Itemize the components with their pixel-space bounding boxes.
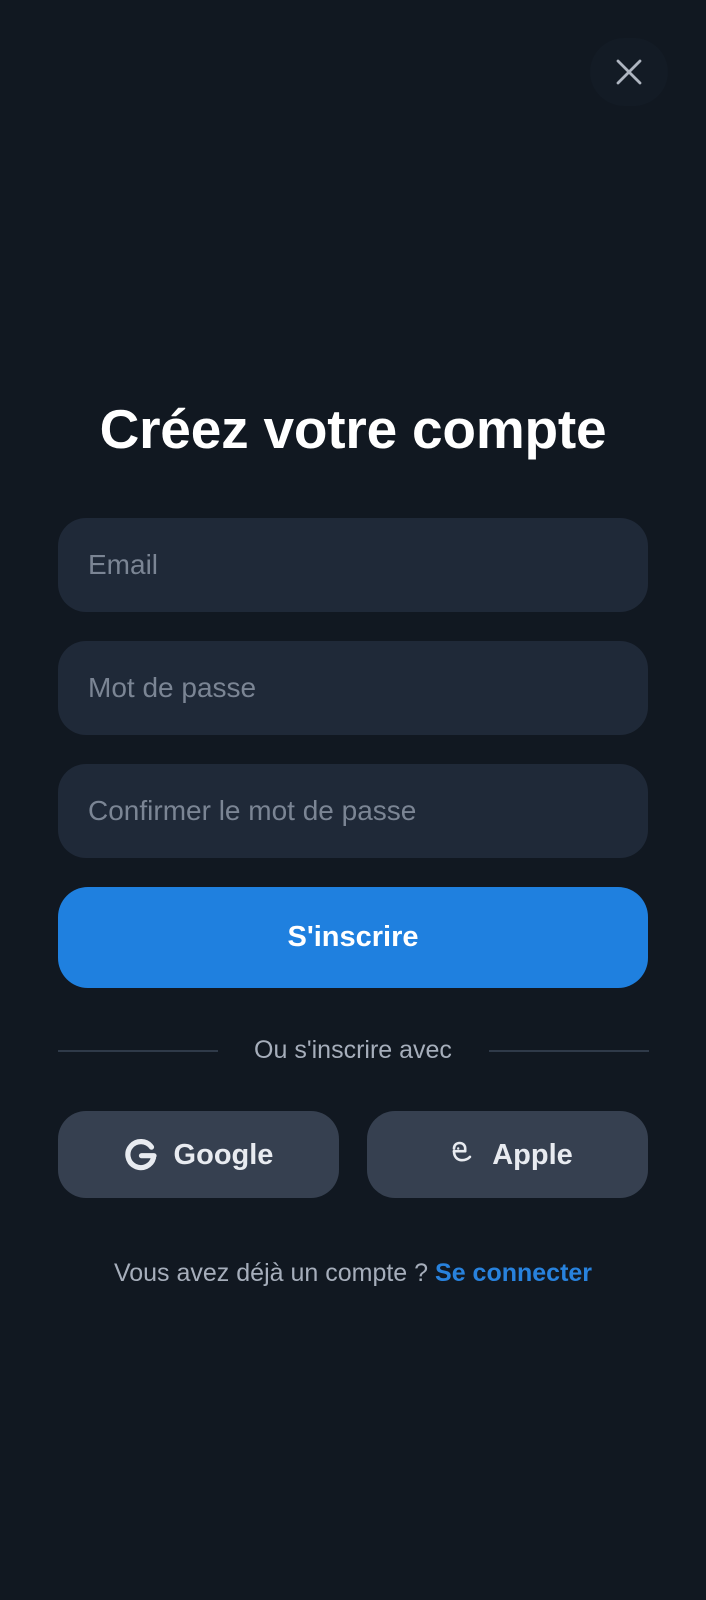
page-title: Créez votre compte (99, 398, 607, 460)
signup-button[interactable]: S'inscrire (58, 887, 648, 988)
login-prompt-text: Vous avez déjà un compte ? (113, 1259, 429, 1287)
password-input[interactable] (58, 641, 648, 735)
divider-line-left (58, 1050, 218, 1052)
google-g-icon (124, 1138, 158, 1172)
apple-signup-button[interactable]: Apple (367, 1111, 648, 1198)
close-button[interactable] (590, 38, 668, 106)
close-icon (614, 57, 644, 87)
divider-line-right (489, 1050, 649, 1052)
login-prompt: Vous avez déjà un compte ? Se connecter (0, 1256, 706, 1290)
email-input[interactable] (58, 518, 648, 612)
login-link[interactable]: Se connecter (435, 1259, 592, 1287)
apple-logo-icon (442, 1138, 476, 1172)
google-button-label: Google (173, 1138, 274, 1171)
confirm-password-input[interactable] (58, 764, 648, 858)
divider-text: Ou s'inscrire avec (254, 1036, 452, 1064)
google-signup-button[interactable]: Google (58, 1111, 339, 1198)
apple-button-label: Apple (492, 1138, 573, 1171)
